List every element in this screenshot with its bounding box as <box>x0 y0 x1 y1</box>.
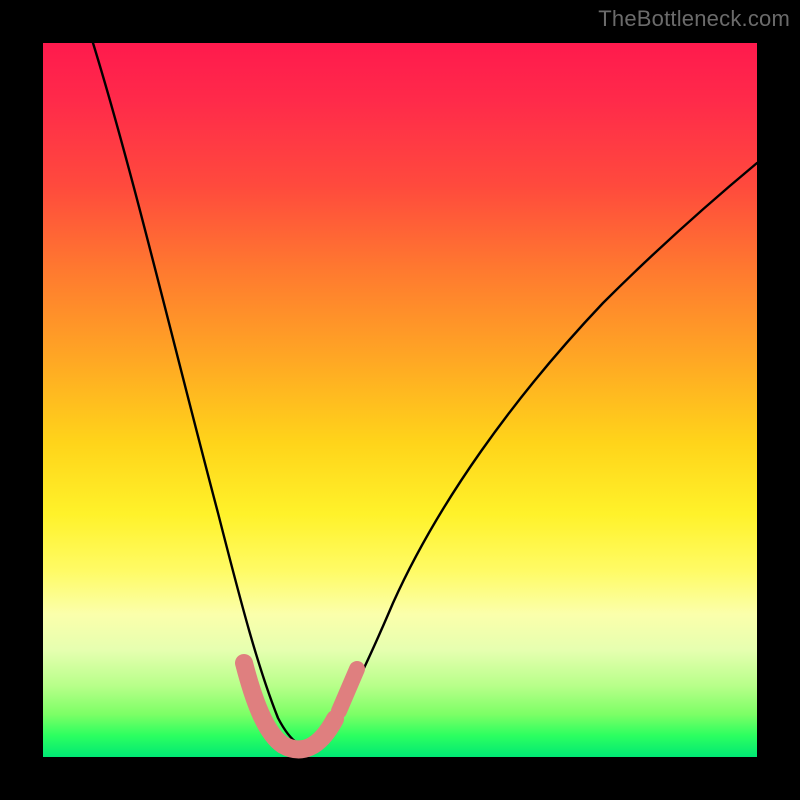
curve-layer <box>43 43 757 757</box>
watermark-text: TheBottleneck.com <box>598 6 790 32</box>
chart-frame: TheBottleneck.com <box>0 0 800 800</box>
highlight-nub <box>339 669 357 711</box>
bottleneck-curve <box>93 43 757 747</box>
plot-area <box>43 43 757 757</box>
